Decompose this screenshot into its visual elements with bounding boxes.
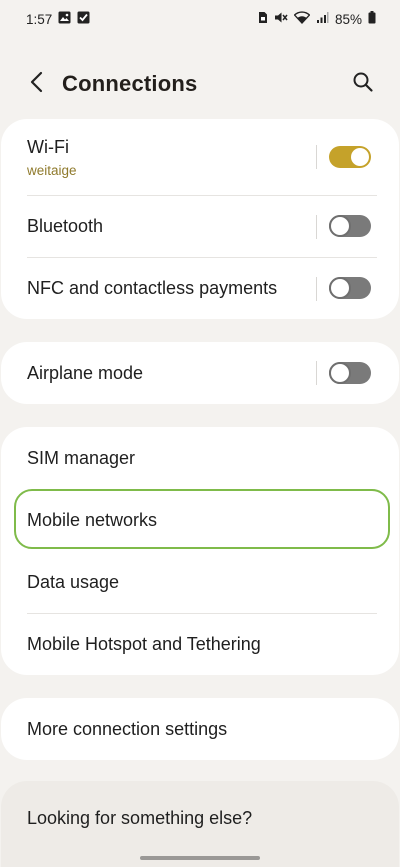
data-usage-label: Data usage [27, 572, 120, 592]
sim-lock-icon [258, 11, 268, 27]
status-bar-left: 1:57 [26, 11, 90, 27]
status-bar-right: 85% [258, 11, 376, 27]
divider-vertical [316, 277, 317, 301]
wireless-card: Wi-Fi weitaige Bluetooth NFC and contact… [1, 119, 399, 319]
more-connection-settings-row[interactable]: More connection settings [1, 698, 399, 760]
image-icon [58, 11, 71, 27]
status-bar: 1:57 85% [0, 0, 400, 38]
mute-icon [274, 11, 288, 27]
airplane-card: Airplane mode [1, 342, 399, 404]
bluetooth-toggle[interactable] [329, 215, 371, 237]
more-card: More connection settings [1, 698, 399, 760]
divider-vertical [316, 215, 317, 239]
mobile-networks-row[interactable]: Mobile networks [1, 489, 399, 551]
bluetooth-row[interactable]: Bluetooth [1, 196, 399, 257]
toggle-knob [351, 148, 369, 166]
bluetooth-label: Bluetooth [27, 216, 104, 236]
nfc-label: NFC and contactless payments [27, 278, 278, 298]
search-icon [352, 71, 374, 98]
search-button[interactable] [348, 69, 378, 99]
divider-vertical [316, 145, 317, 169]
wifi-icon [293, 11, 311, 27]
network-card: SIM manager Mobile networks Data usage M… [1, 427, 399, 675]
app-header: Connections [0, 62, 400, 108]
data-usage-row[interactable]: Data usage [1, 551, 399, 612]
battery-percent: 85% [334, 11, 362, 27]
toggle-knob [329, 215, 351, 237]
sim-manager-row[interactable]: SIM manager [1, 427, 399, 489]
page-title: Connections [62, 71, 198, 96]
checkbox-icon [77, 11, 90, 27]
looking-for-something-else-label: Looking for something else? [27, 808, 253, 828]
more-connection-settings-label: More connection settings [27, 719, 228, 739]
sim-manager-label: SIM manager [27, 448, 136, 468]
hotspot-row[interactable]: Mobile Hotspot and Tethering [1, 614, 399, 675]
nfc-toggle[interactable] [329, 277, 371, 299]
hotspot-label: Mobile Hotspot and Tethering [27, 634, 261, 654]
toggle-knob [329, 362, 351, 384]
toggle-knob [329, 277, 351, 299]
airplane-mode-label: Airplane mode [27, 363, 144, 383]
wifi-label: Wi-Fi [27, 137, 69, 157]
chevron-left-icon [29, 71, 45, 98]
wifi-toggle[interactable] [329, 146, 371, 168]
back-button[interactable] [22, 69, 52, 99]
mobile-networks-label: Mobile networks [27, 510, 158, 530]
looking-for-something-else-row[interactable]: Looking for something else? [1, 781, 399, 853]
home-indicator[interactable] [140, 856, 260, 860]
divider-vertical [316, 361, 317, 385]
airplane-mode-row[interactable]: Airplane mode [1, 342, 399, 404]
battery-icon [368, 11, 376, 27]
suggestions-card: Looking for something else? [1, 781, 399, 867]
signal-icon [316, 11, 329, 27]
nfc-row[interactable]: NFC and contactless payments [1, 258, 399, 319]
wifi-row[interactable]: Wi-Fi weitaige [1, 119, 399, 195]
airplane-mode-toggle[interactable] [329, 362, 371, 384]
status-time: 1:57 [26, 11, 53, 27]
wifi-network-name: weitaige [27, 163, 77, 178]
